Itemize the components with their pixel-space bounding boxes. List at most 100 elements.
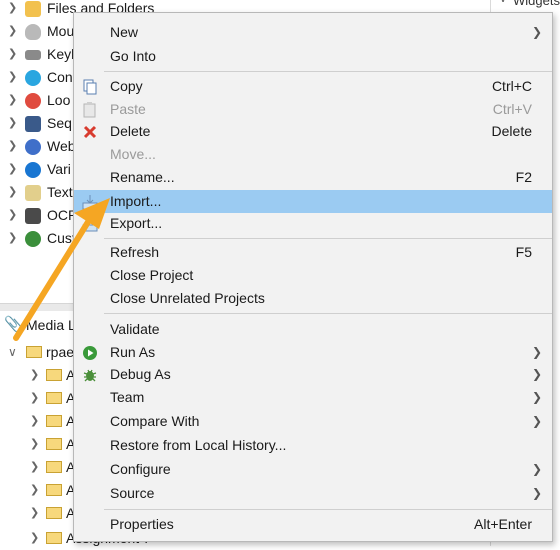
menu-item-import[interactable]: Import... xyxy=(74,190,552,213)
text-icon xyxy=(25,185,41,201)
chevron-right-icon[interactable]: ❯ xyxy=(8,43,18,66)
submenu-arrow-icon: ❯ xyxy=(531,367,542,381)
open-folder-icon xyxy=(46,392,62,404)
menu-item-refresh[interactable]: Refresh F5 xyxy=(74,241,552,264)
chevron-right-icon[interactable]: ❯ xyxy=(8,112,18,135)
menu-item-configure[interactable]: Configure ❯ xyxy=(74,458,552,481)
chevron-right-icon[interactable]: ❯ xyxy=(8,158,18,181)
variable-icon xyxy=(25,162,41,178)
tree-item-label: Seq xyxy=(47,115,72,131)
tree-item-label: Con xyxy=(47,69,73,85)
menu-item-label: Team xyxy=(110,389,145,405)
chevron-right-icon[interactable]: ❯ xyxy=(8,135,18,158)
chevron-right-icon[interactable]: ❯ xyxy=(30,502,39,525)
menu-item-label: Configure xyxy=(110,461,171,477)
menu-item-close-unrelated-projects[interactable]: Close Unrelated Projects xyxy=(74,287,552,310)
menu-item-label: Properties xyxy=(110,516,174,532)
menu-item-copy[interactable]: Copy Ctrl+C xyxy=(74,75,552,98)
chevron-right-icon[interactable]: ❯ xyxy=(8,89,18,112)
menu-item-move[interactable]: Move... xyxy=(74,143,552,166)
pane-splitter[interactable] xyxy=(0,303,80,311)
chevron-down-icon[interactable]: ∨ xyxy=(499,0,507,5)
menu-item-label: Debug As xyxy=(110,366,171,382)
menu-item-label: Run As xyxy=(110,344,156,360)
menu-item-export[interactable]: Export... xyxy=(74,212,552,235)
right-pane-label: Widgets xyxy=(513,0,560,8)
menu-item-label: Rename... xyxy=(110,169,175,185)
open-folder-icon xyxy=(46,438,62,450)
tree-item-label: Web xyxy=(47,138,76,154)
shortcut-label: F5 xyxy=(515,244,532,260)
menu-item-label: Paste xyxy=(110,101,146,117)
media-library-header[interactable]: 📎 Media L xyxy=(0,312,80,338)
menu-item-label: Move... xyxy=(110,146,156,162)
tree-item-label: Vari xyxy=(47,161,71,177)
menu-separator xyxy=(104,313,552,314)
shortcut-label: Ctrl+V xyxy=(492,101,532,117)
menu-item-label: Source xyxy=(110,485,155,501)
menu-item-label: Copy xyxy=(110,78,143,94)
menu-item-restore-from-local-history[interactable]: Restore from Local History... xyxy=(74,434,552,457)
menu-item-new[interactable]: New ❯ xyxy=(74,21,552,44)
sequence-icon xyxy=(25,116,41,132)
chevron-right-icon[interactable]: ❯ xyxy=(30,387,39,410)
tree-item-label: Keyl xyxy=(47,46,75,62)
chevron-right-icon[interactable]: ❯ xyxy=(8,66,18,89)
chevron-right-icon[interactable]: ❯ xyxy=(30,433,39,456)
submenu-arrow-icon: ❯ xyxy=(531,414,542,428)
custom-icon xyxy=(25,231,41,247)
chevron-right-icon[interactable]: ❯ xyxy=(30,410,39,433)
menu-item-delete[interactable]: Delete Delete xyxy=(74,120,552,143)
submenu-arrow-icon: ❯ xyxy=(531,25,542,39)
open-folder-icon xyxy=(46,532,62,544)
loop-icon xyxy=(25,93,41,109)
menu-item-go-into[interactable]: Go Into xyxy=(74,45,552,68)
menu-item-debug-as[interactable]: Debug As ❯ xyxy=(74,363,552,386)
project-label: rpae xyxy=(46,344,75,360)
chevron-right-icon[interactable]: ❯ xyxy=(8,20,18,43)
tree-item-label: Text xyxy=(47,184,73,200)
debug-bug-icon xyxy=(82,367,98,383)
paperclip-icon: 📎 xyxy=(4,316,23,333)
tree-item-label: Cust xyxy=(47,230,76,246)
menu-item-paste[interactable]: Paste Ctrl+V xyxy=(74,98,552,121)
chevron-right-icon[interactable]: ❯ xyxy=(30,456,39,479)
export-icon xyxy=(82,216,98,232)
open-folder-icon xyxy=(46,484,62,496)
shortcut-label: F2 xyxy=(515,169,532,185)
submenu-arrow-icon: ❯ xyxy=(531,486,542,500)
menu-item-rename[interactable]: Rename... F2 xyxy=(74,166,552,189)
shortcut-label: Ctrl+C xyxy=(491,78,532,94)
menu-item-validate[interactable]: Validate xyxy=(74,318,552,341)
chevron-right-icon[interactable]: ❯ xyxy=(30,364,39,387)
open-folder-icon xyxy=(26,346,42,358)
menu-item-source[interactable]: Source ❯ xyxy=(74,482,552,505)
delete-icon xyxy=(82,124,98,140)
menu-item-team[interactable]: Team ❯ xyxy=(74,386,552,409)
chevron-right-icon[interactable]: ❯ xyxy=(8,181,18,204)
menu-item-label: Refresh xyxy=(110,244,160,260)
menu-item-label: Close Unrelated Projects xyxy=(110,290,265,306)
chevron-right-icon[interactable]: ❯ xyxy=(30,527,39,550)
menu-item-label: Validate xyxy=(110,321,160,337)
context-menu: New ❯ Go Into Copy Ctrl+C Paste Ctrl+V D… xyxy=(73,12,553,542)
menu-item-label: Export... xyxy=(110,215,163,231)
chevron-right-icon[interactable]: ❯ xyxy=(30,479,39,502)
menu-item-run-as[interactable]: Run As ❯ xyxy=(74,341,552,364)
menu-item-properties[interactable]: Properties Alt+Enter xyxy=(74,513,552,536)
connector-icon xyxy=(25,70,41,86)
menu-item-close-project[interactable]: Close Project xyxy=(74,264,552,287)
keyboard-icon xyxy=(25,50,41,60)
shortcut-label: Delete xyxy=(491,123,532,139)
chevron-right-icon[interactable]: ❯ xyxy=(8,227,18,250)
submenu-arrow-icon: ❯ xyxy=(531,345,542,359)
project-node[interactable]: ∨ rpae xyxy=(8,341,83,364)
chevron-right-icon[interactable]: ❯ xyxy=(8,204,18,227)
menu-item-label: Close Project xyxy=(110,267,194,283)
chevron-right-icon[interactable]: ❯ xyxy=(8,0,18,20)
open-folder-icon xyxy=(46,415,62,427)
globe-icon xyxy=(25,139,41,155)
shortcut-label: Alt+Enter xyxy=(474,516,532,532)
menu-item-compare-with[interactable]: Compare With ❯ xyxy=(74,410,552,433)
chevron-down-icon[interactable]: ∨ xyxy=(8,341,17,364)
